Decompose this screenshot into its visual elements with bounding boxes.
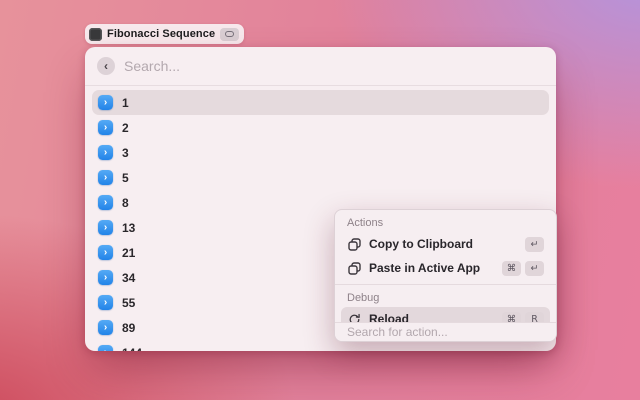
list-item[interactable]: › 2 xyxy=(92,115,549,140)
list-item-label: 21 xyxy=(122,246,135,260)
chevron-right-icon: › xyxy=(98,120,113,135)
list-item[interactable]: › 3 xyxy=(92,140,549,165)
list-item-label: 2 xyxy=(122,121,129,135)
action-reload[interactable]: Reload ⌘ R xyxy=(341,307,550,322)
list-item-label: 5 xyxy=(122,171,129,185)
list-item-label: 55 xyxy=(122,296,135,310)
detach-icon xyxy=(225,31,234,37)
chevron-right-icon: › xyxy=(98,95,113,110)
list-item[interactable]: › 1 xyxy=(92,90,549,115)
list-item-label: 3 xyxy=(122,146,129,160)
list-item-label: 89 xyxy=(122,321,135,335)
app-icon xyxy=(89,28,102,41)
key-r: R xyxy=(525,312,544,323)
search-bar: ‹ xyxy=(85,47,556,86)
key-return: ↵ xyxy=(525,237,544,252)
action-label: Paste in Active App xyxy=(369,261,494,275)
reload-icon xyxy=(347,312,361,322)
action-label: Reload xyxy=(369,312,494,322)
chevron-right-icon: › xyxy=(98,220,113,235)
chevron-right-icon: › xyxy=(98,245,113,260)
chevron-right-icon: › xyxy=(98,295,113,310)
action-search-bar xyxy=(335,322,556,341)
shortcut-keys: ↵ xyxy=(525,237,544,252)
list-item-label: 144 xyxy=(122,346,142,352)
search-input[interactable] xyxy=(124,58,544,74)
list-item-label: 13 xyxy=(122,221,135,235)
action-label: Copy to Clipboard xyxy=(369,237,517,251)
key-return: ↵ xyxy=(525,261,544,276)
key-cmd: ⌘ xyxy=(502,312,521,323)
action-copy-to-clipboard[interactable]: Copy to Clipboard ↵ xyxy=(341,232,550,256)
list-item-label: 1 xyxy=(122,96,129,110)
section-header-debug: Debug xyxy=(335,289,556,307)
actions-panel-content: Actions Copy to Clipboard ↵ Paste in Act… xyxy=(335,210,556,322)
actions-panel: Actions Copy to Clipboard ↵ Paste in Act… xyxy=(334,209,557,342)
section-divider xyxy=(335,284,556,285)
chevron-right-icon: › xyxy=(98,195,113,210)
clipboard-icon xyxy=(347,261,361,275)
chevron-right-icon: › xyxy=(98,145,113,160)
section-header-actions: Actions xyxy=(335,214,556,232)
action-paste-in-active-app[interactable]: Paste in Active App ⌘ ↵ xyxy=(341,256,550,280)
key-cmd: ⌘ xyxy=(502,261,521,276)
clipboard-icon xyxy=(347,237,361,251)
back-button[interactable]: ‹ xyxy=(97,57,115,75)
list-item-label: 34 xyxy=(122,271,135,285)
chevron-right-icon: › xyxy=(98,170,113,185)
command-title-pill: Fibonacci Sequence xyxy=(85,24,244,44)
chevron-right-icon: › xyxy=(98,345,113,351)
shortcut-keys: ⌘ R xyxy=(502,312,544,323)
shortcut-keys: ⌘ ↵ xyxy=(502,261,544,276)
command-title: Fibonacci Sequence xyxy=(107,28,215,40)
chevron-right-icon: › xyxy=(98,270,113,285)
back-chevron-icon: ‹ xyxy=(104,60,108,72)
detach-window-button[interactable] xyxy=(220,28,239,41)
list-item-label: 8 xyxy=(122,196,129,210)
list-item[interactable]: › 5 xyxy=(92,165,549,190)
action-search-input[interactable] xyxy=(347,325,544,339)
chevron-right-icon: › xyxy=(98,320,113,335)
